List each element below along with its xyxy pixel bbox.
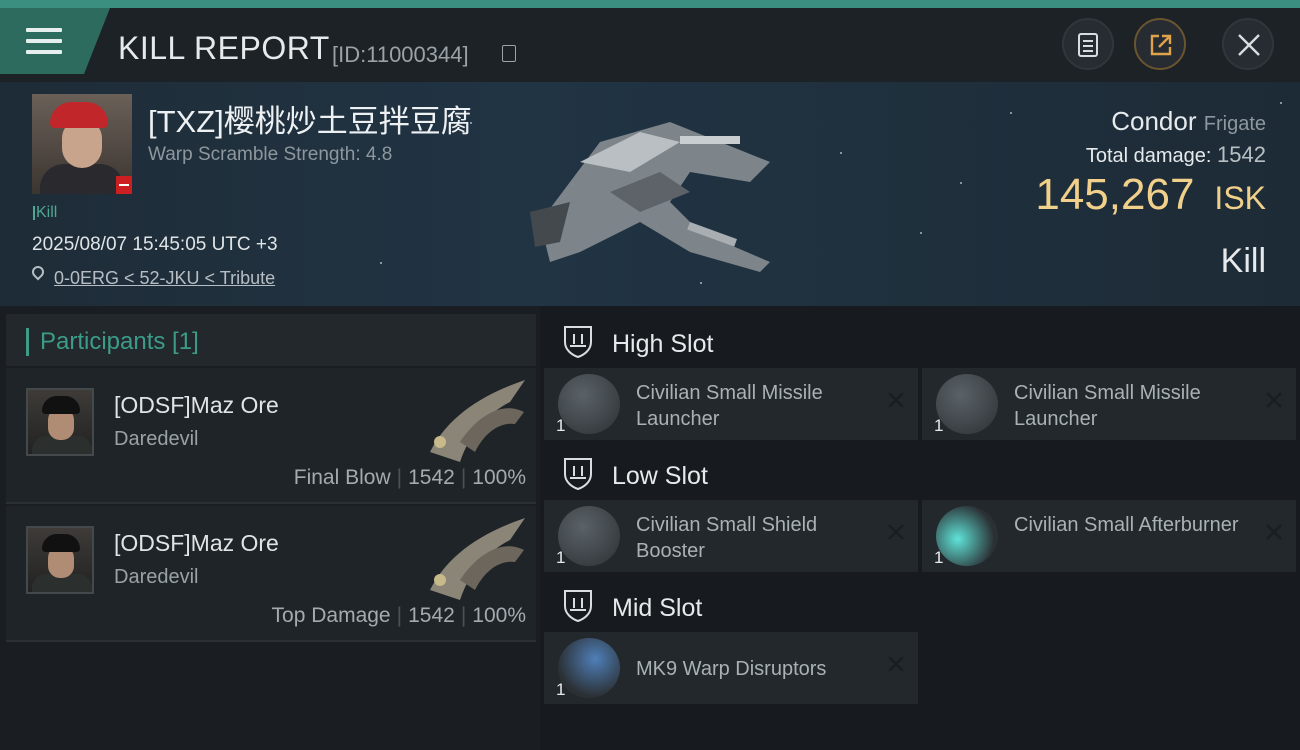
participant-ship-image [430, 518, 525, 600]
module-slot[interactable]: 1 Civilian Small Missile Launcher [544, 368, 918, 440]
module-quantity: 1 [934, 416, 944, 435]
clipboard-button[interactable] [1062, 18, 1114, 70]
participant-name: [ODSF]Maz Ore [114, 530, 279, 556]
remove-x-icon[interactable] [884, 520, 908, 544]
total-damage-value: 1542 [1217, 142, 1266, 167]
module-quantity: 1 [556, 680, 566, 699]
isk-unit: ISK [1214, 180, 1266, 216]
share-button[interactable] [1134, 18, 1186, 70]
participant-role: Top Damage [271, 604, 391, 627]
missile-launcher-icon [558, 374, 620, 434]
remove-x-icon[interactable] [1262, 520, 1286, 544]
slot-shield-icon [564, 458, 592, 490]
warp-scramble-strength: Warp Scramble Strength: 4.8 [148, 144, 393, 165]
participants-panel: Participants [1] [ODSF]Maz Ore Daredevil… [0, 306, 540, 750]
participant-name: [ODSF]Maz Ore [114, 392, 279, 418]
remove-x-icon[interactable] [884, 652, 908, 676]
isk-value: 145,267 ISK [1035, 170, 1266, 220]
total-damage-label: Total damage: [1085, 145, 1212, 167]
module-name: MK9 Warp Disruptors [636, 658, 827, 680]
warp-disruptor-icon [558, 638, 620, 698]
participant-row[interactable]: [ODSF]Maz Ore Daredevil Final Blow | 1542 |… [6, 368, 536, 504]
ship-class: Frigate [1203, 113, 1266, 135]
remove-x-icon[interactable] [1262, 388, 1286, 412]
participant-damage: 1542 [408, 466, 455, 489]
module-slot[interactable]: 1 MK9 Warp Disruptors [544, 632, 918, 704]
menu-button[interactable] [0, 8, 110, 74]
location-pin-icon [29, 263, 47, 281]
participant-avatar[interactable] [26, 526, 94, 594]
share-icon [1150, 34, 1172, 56]
participant-ship: Daredevil [114, 428, 199, 450]
page-title: KILL REPORT [118, 30, 330, 66]
participant-percent: 100% [472, 466, 526, 489]
total-damage: Total damage: 1542 [1086, 142, 1266, 168]
mid-slot-label: Mid Slot [612, 594, 703, 622]
module-name: Civilian Small Missile Launcher [636, 382, 823, 430]
shield-booster-icon [558, 506, 620, 566]
menu-icon [26, 28, 62, 54]
participants-title: Participants [1] [40, 328, 199, 355]
participant-role: Final Blow [293, 466, 391, 489]
ship-name: Condor [1111, 106, 1197, 136]
module-name: Civilian Small Afterburner [1014, 514, 1239, 536]
module-name: Civilian Small Missile Launcher [1014, 382, 1201, 430]
kill-datetime: 2025/08/07 15:45:05 UTC +3 [32, 234, 278, 255]
participants-header: Participants [1] [6, 314, 536, 366]
participant-ship-image [430, 380, 525, 462]
module-quantity: 1 [934, 548, 944, 567]
participant-row[interactable]: [ODSF]Maz Ore Daredevil Top Damage | 1542 |… [6, 506, 536, 642]
high-slot-label: High Slot [612, 330, 714, 358]
copy-icon[interactable] [502, 45, 516, 62]
module-quantity: 1 [556, 416, 566, 435]
low-slot-header: Low Slot [544, 442, 1296, 502]
participant-stats: Top Damage | 1542 | 100% [271, 604, 526, 627]
participant-avatar[interactable] [26, 388, 94, 456]
clipboard-icon [1078, 33, 1098, 57]
kill-location-link[interactable]: 0-0ERG < 52-JKU < Tribute [54, 268, 275, 289]
module-slot[interactable]: 1 Civilian Small Shield Booster [544, 500, 918, 572]
kill-summary: [TXZ]樱桃炒土豆拌豆腐 Warp Scramble Strength: 4.… [0, 82, 1300, 306]
kill-result: Kill [1220, 242, 1266, 280]
report-id: [ID:11000344] [332, 42, 469, 67]
participant-percent: 100% [472, 604, 526, 627]
slot-shield-icon [564, 590, 592, 622]
victim-ship-image [530, 122, 770, 272]
victim-name: [TXZ]樱桃炒土豆拌豆腐 [148, 104, 472, 139]
kill-tag: Kill [32, 204, 58, 221]
remove-x-icon[interactable] [884, 388, 908, 412]
close-icon [1238, 34, 1260, 56]
fitting-panel: High Slot 1 Civilian Small Missile Launc… [540, 306, 1300, 750]
close-button[interactable] [1222, 18, 1274, 70]
victim-badge [116, 176, 132, 194]
isk-amount: 145,267 [1035, 170, 1195, 219]
afterburner-icon [936, 506, 998, 566]
ship-type: Condor Frigate [1111, 106, 1266, 137]
header-bar: KILL REPORT [ID:11000344] [0, 8, 1300, 82]
slot-shield-icon [564, 326, 592, 358]
participant-stats: Final Blow | 1542 | 100% [293, 466, 526, 489]
participant-ship: Daredevil [114, 566, 199, 588]
high-slot-header: High Slot [544, 310, 1296, 370]
module-quantity: 1 [556, 548, 566, 567]
participant-damage: 1542 [408, 604, 455, 627]
missile-launcher-icon [936, 374, 998, 434]
module-slot[interactable]: 1 Civilian Small Afterburner [922, 500, 1296, 572]
module-name: Civilian Small Shield Booster [636, 514, 818, 562]
mid-slot-header: Mid Slot [544, 574, 1296, 634]
module-slot[interactable]: 1 Civilian Small Missile Launcher [922, 368, 1296, 440]
top-accent-line [0, 0, 1300, 8]
low-slot-label: Low Slot [612, 462, 708, 490]
